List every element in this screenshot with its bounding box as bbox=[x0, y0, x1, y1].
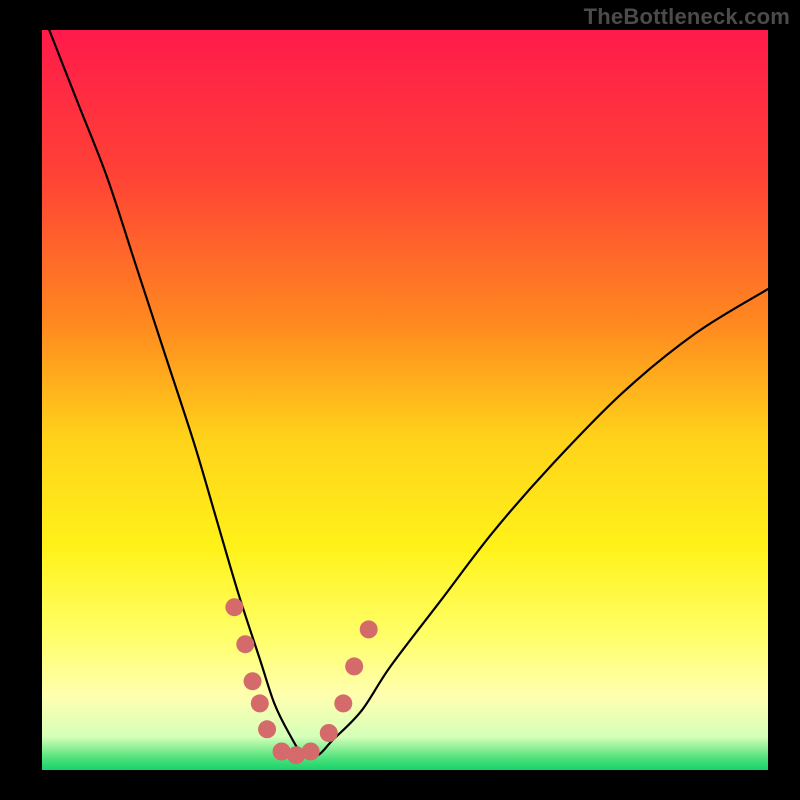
highlight-dot bbox=[334, 694, 352, 712]
highlight-dot bbox=[244, 672, 262, 690]
bottleneck-chart bbox=[0, 0, 800, 800]
highlight-dot bbox=[360, 620, 378, 638]
highlight-dot bbox=[345, 657, 363, 675]
highlight-dot bbox=[236, 635, 254, 653]
highlight-dot bbox=[258, 720, 276, 738]
chart-frame: { "attribution": "TheBottleneck.com", "c… bbox=[0, 0, 800, 800]
highlight-dot bbox=[225, 598, 243, 616]
plot-background bbox=[42, 30, 768, 770]
highlight-dot bbox=[302, 743, 320, 761]
highlight-dot bbox=[251, 694, 269, 712]
highlight-dot bbox=[320, 724, 338, 742]
